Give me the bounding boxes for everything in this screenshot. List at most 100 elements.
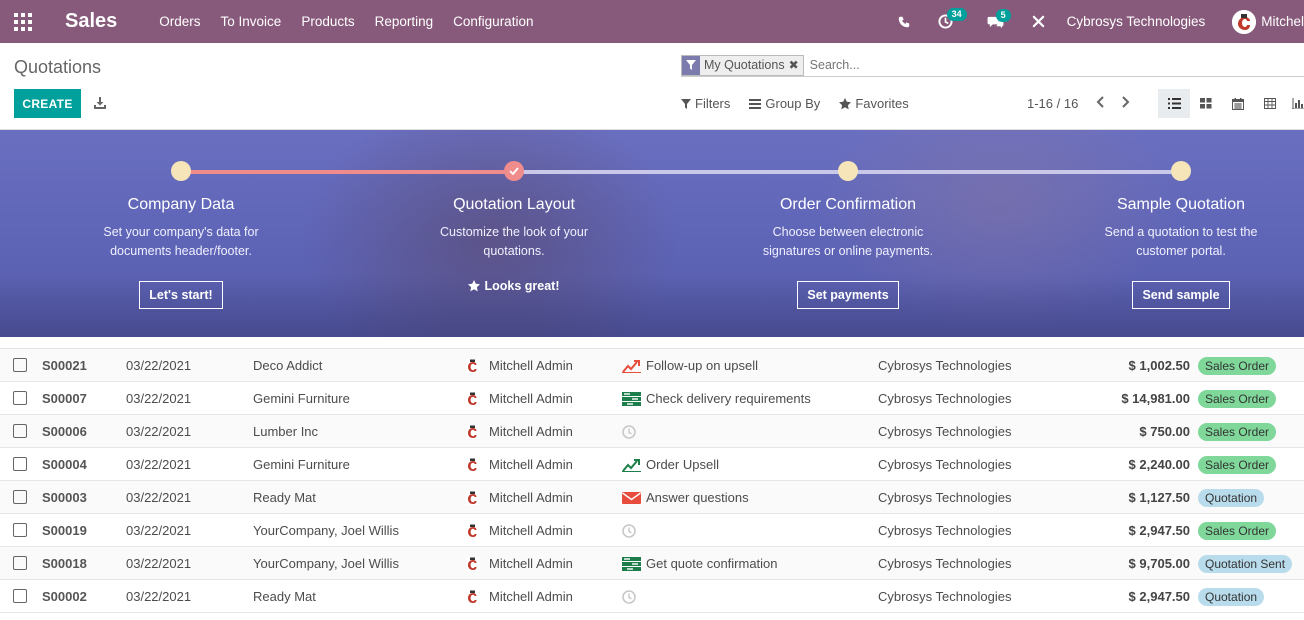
order-number: S00018 [42, 556, 87, 571]
step-dot-company [171, 161, 191, 181]
next-activity[interactable] [622, 580, 646, 613]
search-input[interactable] [809, 58, 1110, 72]
create-button[interactable]: CREATE [14, 89, 81, 118]
salesperson-name: Mitchell Admin [489, 358, 573, 373]
table-row[interactable]: S00021 03/22/2021 Deco Addict Mitchell Admi… [0, 349, 1304, 382]
user-avatar[interactable] [1232, 9, 1257, 34]
step-dot-confirmation [838, 161, 858, 181]
trend-up-red-icon[interactable] [622, 359, 641, 373]
graph-view-icon[interactable] [1286, 89, 1304, 118]
activity-clock-icon[interactable]: 34 [938, 8, 967, 29]
step-title: Sample Quotation [1116, 196, 1246, 213]
order-total: $ 1,002.50 [1128, 358, 1190, 373]
table-row[interactable]: S00018 03/22/2021 YourCompany, Joel Willis… [0, 547, 1304, 580]
table-row[interactable]: S00019 03/22/2021 YourCompany, Joel Willis… [0, 514, 1304, 547]
app-name[interactable]: Sales [65, 10, 117, 33]
table-row[interactable]: S00006 03/22/2021 Lumber Inc Mitchell Admin… [0, 415, 1304, 448]
row-checkbox[interactable] [13, 358, 27, 372]
menu-reporting[interactable]: Reporting [365, 14, 444, 29]
clock-icon[interactable] [622, 589, 641, 604]
phone-icon[interactable] [898, 16, 910, 28]
favorites-label: Favorites [855, 96, 909, 111]
facet-remove-icon[interactable]: ✖ [788, 55, 803, 75]
menu-configuration[interactable]: Configuration [443, 14, 543, 29]
filter-facet-icon [682, 55, 700, 75]
next-activity[interactable] [622, 415, 646, 448]
table-row[interactable]: S00002 03/22/2021 Ready Mat Mitchell Admin C… [0, 580, 1304, 613]
search-bar: My Quotations ✖ [681, 54, 1304, 77]
step-description: Customize the look of your quotations. [440, 225, 588, 258]
next-activity[interactable]: Check delivery requirements [622, 382, 811, 415]
customer-name: YourCompany, Joel Willis [253, 556, 399, 571]
row-checkbox[interactable] [13, 589, 27, 603]
step-description: Choose between electronic signatures or … [762, 225, 934, 258]
company-switcher[interactable]: Cybrosys Technologies [1067, 14, 1206, 29]
apps-menu-icon[interactable] [14, 12, 32, 31]
row-checkbox[interactable] [13, 424, 27, 438]
customer-name: Ready Mat [253, 490, 316, 505]
kanban-view-icon[interactable] [1190, 89, 1222, 118]
pager-next-icon[interactable] [1122, 96, 1130, 111]
salesperson-avatar-icon [466, 358, 480, 373]
next-activity[interactable]: Order Upsell [622, 448, 719, 481]
order-total: $ 14,981.00 [1121, 391, 1190, 406]
table-row[interactable]: S00003 03/22/2021 Ready Mat Mitchell Admin A… [0, 481, 1304, 514]
step-title: Order Confirmation [779, 196, 917, 213]
search-options: Filters Group By Favorites [681, 96, 928, 111]
view-switcher [1158, 89, 1304, 118]
tasks-icon[interactable] [622, 556, 641, 571]
clock-icon[interactable] [622, 424, 641, 439]
user-name[interactable]: Mitchel [1261, 14, 1304, 29]
table-row[interactable]: S00007 03/22/2021 Gemini Furniture Mitchell… [0, 382, 1304, 415]
menu-orders[interactable]: Orders [149, 14, 210, 29]
clock-icon[interactable] [622, 523, 641, 538]
lets-start-button[interactable]: Let's start! [139, 281, 223, 309]
row-checkbox[interactable] [13, 556, 27, 570]
salesperson-avatar-icon [466, 457, 480, 472]
row-checkbox[interactable] [13, 523, 27, 537]
order-number: S00006 [42, 424, 87, 439]
order-number: S00007 [42, 391, 87, 406]
group-by-button[interactable]: Group By [749, 96, 820, 111]
order-date: 03/22/2021 [126, 523, 192, 538]
debug-tools-icon[interactable] [1032, 15, 1045, 28]
calendar-view-icon[interactable] [1222, 89, 1254, 118]
company-name: Cybrosys Technologies [878, 589, 1012, 604]
menu-to-invoice[interactable]: To Invoice [211, 14, 292, 29]
set-payments-button[interactable]: Set payments [797, 281, 899, 309]
row-checkbox[interactable] [13, 457, 27, 471]
step-company-data: Company Data Set your company's data for… [81, 196, 281, 309]
menu-products[interactable]: Products [291, 14, 364, 29]
next-activity[interactable]: Get quote confirmation [622, 547, 778, 580]
message-count-badge: 5 [995, 8, 1011, 22]
pager-value[interactable]: 1-16 / 16 [1027, 96, 1078, 111]
order-total: $ 9,705.00 [1128, 556, 1190, 571]
next-activity[interactable]: Follow-up on upsell [622, 349, 758, 382]
customer-name: YourCompany, Joel Willis [253, 523, 399, 538]
row-checkbox[interactable] [13, 490, 27, 504]
favorites-button[interactable]: Favorites [839, 96, 909, 111]
send-sample-button[interactable]: Send sample [1132, 281, 1230, 309]
step-done-message: Looks great! [414, 279, 614, 293]
status-badge: Sales Order [1198, 455, 1277, 474]
tasks-icon[interactable] [622, 391, 641, 406]
facet-value: My Quotations [700, 55, 789, 75]
salesperson-name: Mitchell Admin [489, 457, 573, 472]
list-view-icon[interactable] [1158, 89, 1190, 118]
order-total: $ 2,947.50 [1128, 523, 1190, 538]
order-date: 03/22/2021 [126, 358, 192, 373]
messages-icon[interactable]: 5 [987, 8, 1011, 29]
salesperson-name: Mitchell Admin [489, 424, 573, 439]
pager-previous-icon[interactable] [1096, 96, 1105, 111]
order-date: 03/22/2021 [126, 556, 192, 571]
filters-button[interactable]: Filters [681, 96, 730, 111]
next-activity[interactable]: Answer questions [622, 481, 749, 514]
envelope-icon[interactable] [622, 491, 641, 505]
table-row[interactable]: S00004 03/22/2021 Gemini Furniture Mitchell… [0, 448, 1304, 481]
trend-up-green-icon[interactable] [622, 458, 641, 472]
status-badge: Sales Order [1198, 389, 1277, 408]
next-activity[interactable] [622, 514, 646, 547]
download-icon[interactable] [94, 97, 106, 112]
row-checkbox[interactable] [13, 391, 27, 405]
pivot-view-icon[interactable] [1254, 89, 1286, 118]
